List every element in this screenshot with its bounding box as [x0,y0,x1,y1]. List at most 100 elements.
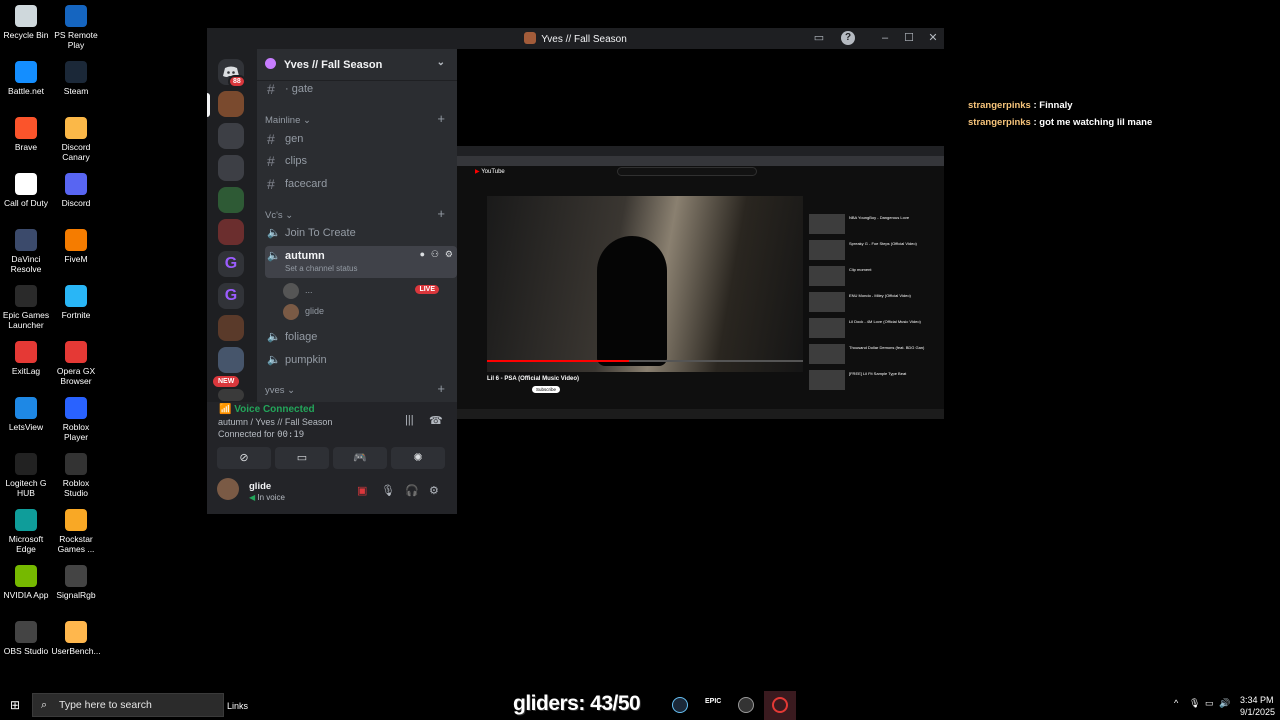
desktop-icon[interactable]: Discord Canary [50,117,102,162]
clock-date[interactable]: 9/1/2025 [1240,707,1275,717]
add-channel-icon[interactable]: + [437,381,445,396]
activity-button[interactable]: 🎮 [333,447,387,469]
desktop-icon[interactable]: Steam [50,61,102,96]
network-icon[interactable]: ▭ [1205,698,1214,709]
channel-label: gen [285,133,304,145]
headphones-icon[interactable]: 🎧 [405,484,419,497]
discord-window: Yves // Fall Season ▭ ? – ☐ ✕ 88 G G NEW [207,28,944,514]
volume-icon[interactable]: 🔊 [1219,698,1230,709]
avatar[interactable] [217,478,239,500]
category-vcs[interactable]: Vc's ⌄ [265,210,293,221]
guild-yves[interactable] [218,91,244,117]
server-header[interactable]: Yves // Fall Season ⌄ [257,49,457,81]
windows-start-icon[interactable]: ⊞ [10,698,20,712]
timer-value: 00:19 [277,430,305,440]
links-toolbar[interactable]: Links [227,701,248,711]
guild-6[interactable] [218,315,244,341]
chat-user: strangerpinks [968,100,1031,111]
desktop-icon[interactable]: Microsoft Edge [0,509,52,554]
desktop-icon[interactable]: ExitLag [0,341,52,376]
close-button[interactable]: ✕ [926,31,940,45]
add-channel-icon[interactable]: + [437,206,445,221]
user-status-text: In voice [257,493,285,502]
guild-project-2[interactable] [218,155,244,181]
desktop-icon[interactable]: FiveM [50,229,102,264]
desktop-icon[interactable]: Epic Games Launcher [0,285,52,330]
camera-button[interactable]: ⊘ [217,447,271,469]
settings-icon[interactable]: ⚙ [445,249,453,260]
guild-g-1[interactable]: G [218,251,244,277]
guild-project-4[interactable] [218,219,244,245]
channel-clips[interactable]: # clips [265,151,449,171]
channel-facecard[interactable]: # facecard [265,174,449,194]
clock-time[interactable]: 3:34 PM [1240,695,1274,705]
epic-games-icon[interactable]: EPIC [705,698,721,705]
desktop-icon[interactable]: Roblox Player [50,397,102,442]
screen-share-button[interactable]: ▭ [275,447,329,469]
desktop-icon[interactable]: SignalRgb [50,565,102,600]
desktop-icon[interactable]: Recycle Bin [0,5,52,40]
desktop-icon[interactable]: PS Remote Play [50,5,102,50]
desktop-icon[interactable]: Roblox Studio [50,453,102,498]
steam-icon[interactable] [672,697,688,713]
voice-channel-autumn[interactable]: 🔈 autumn Set a channel status ⚙ ⚇ ● [265,246,457,278]
inbox-icon[interactable]: ▭ [812,31,826,45]
add-channel-icon[interactable]: + [437,111,445,126]
help-icon[interactable]: ? [841,31,855,45]
desktop-icon-label: OBS Studio [3,646,49,656]
microphone-icon[interactable]: 🎙 [1189,698,1200,709]
opera-gx-taskbar-button[interactable] [764,691,796,720]
disconnect-icon[interactable]: ☎ [429,414,443,427]
hash-icon: # [267,131,275,147]
desktop-icon[interactable]: Brave [0,117,52,152]
voice-status: 📶 Voice Connected [219,404,315,415]
category-yves[interactable]: yves ⌄ [265,385,295,396]
guild-chicago[interactable] [218,389,244,401]
voice-channel-pumpkin[interactable]: 🔈 pumpkin [265,350,449,370]
desktop-icon[interactable]: Rockstar Games ... [50,509,102,554]
desktop-icon[interactable]: UserBench... [50,621,102,656]
category-mainline[interactable]: Mainline ⌄ [265,115,311,126]
desktop-icon[interactable]: Logitech G HUB [0,453,52,498]
guild-7[interactable] [218,347,244,373]
guild-g-2[interactable]: G [218,283,244,309]
desktop-icon[interactable]: Call of Duty [0,173,52,208]
maximize-button[interactable]: ☐ [902,31,916,45]
guild-project-3[interactable] [218,187,244,213]
recommended-title: Thousand Dollar Demons (feat. BDG Gan) [849,345,925,350]
desktop-icon[interactable]: Opera GX Browser [50,341,102,386]
guild-project-1[interactable] [218,123,244,149]
invite-icon[interactable]: ⚇ [431,249,439,260]
voice-user-row[interactable]: glide [283,303,449,321]
voice-join-to-create[interactable]: 🔈 Join To Create [265,223,449,243]
desktop-icon[interactable]: NVIDIA App [0,565,52,600]
exitlag-icon [15,341,37,363]
soundboard-button[interactable]: ✺ [391,447,445,469]
desktop-icon[interactable]: Battle.net [0,61,52,96]
channel-gate[interactable]: # · gate [265,79,449,99]
chat-icon[interactable]: ● [420,249,425,259]
recommended-title: Spreaky G - Foe Steps (Official Video) [849,241,917,246]
stream-icon[interactable]: ▣ [357,484,367,497]
desktop-icon[interactable]: DaVinci Resolve [0,229,52,274]
obs-icon[interactable] [738,697,754,713]
chevron-up-icon[interactable]: ^ [1174,698,1178,708]
stream-view[interactable]: ▶ YouTube Lil 6 - PSA (Official Music Vi… [457,49,944,514]
search-input[interactable]: ⌕ Type here to search [32,693,224,717]
channel-status[interactable]: Set a channel status [285,264,358,273]
channel-gen[interactable]: # gen [265,129,449,149]
noise-suppression-icon[interactable]: ||| [405,414,414,426]
signal-icon: 📶 [219,404,232,415]
voice-user-row[interactable]: ... LIVE [283,282,449,300]
desktop-icon[interactable]: Discord [50,173,102,208]
desktop-icon[interactable]: Fortnite [50,285,102,320]
microphone-icon[interactable]: 🎙 [381,484,395,497]
voice-location[interactable]: autumn / Yves // Fall Season [218,417,332,427]
desktop-icon[interactable]: LetsView [0,397,52,432]
voice-channel-foliage[interactable]: 🔈 foliage [265,327,449,347]
minimize-button[interactable]: – [878,31,892,45]
desktop-icon[interactable]: OBS Studio [0,621,52,656]
gear-icon[interactable]: ⚙ [429,484,439,497]
site-name: YouTube [481,169,505,175]
chevron-down-icon: ⌄ [436,57,445,68]
